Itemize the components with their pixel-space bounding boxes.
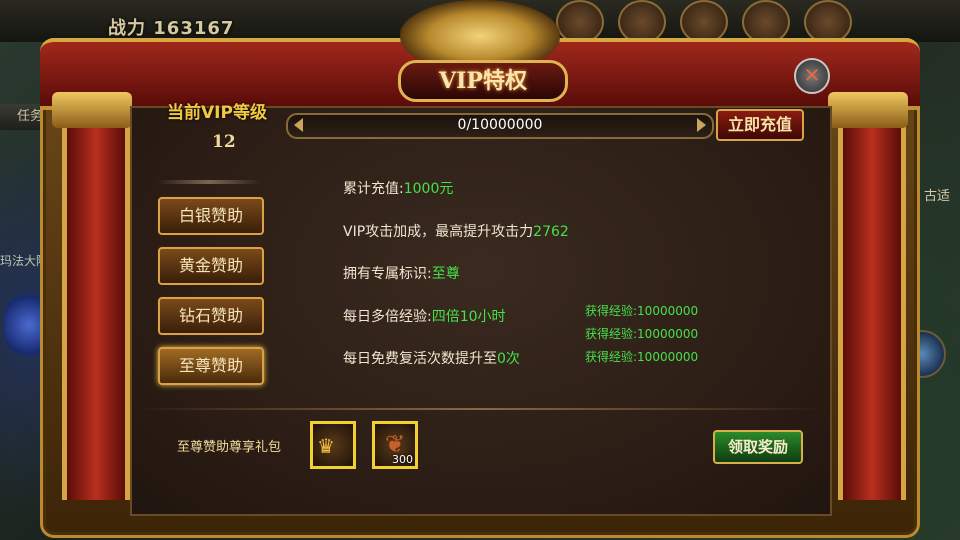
- info-value: 至尊: [431, 266, 460, 282]
- vip-progress-bar: 0/10000000: [286, 113, 714, 139]
- info-label: 每日多倍经验:: [343, 309, 432, 325]
- close-icon: ✕: [803, 63, 821, 87]
- left-pillar-cap: [52, 92, 132, 128]
- info-total-recharge: 累计充值:1000元: [343, 178, 453, 198]
- close-button[interactable]: ✕: [794, 58, 830, 94]
- side-location-label: 古适: [923, 189, 950, 204]
- gift-item-count: 300: [392, 453, 413, 466]
- info-value: 1000元: [403, 181, 454, 197]
- info-value: 四倍10小时: [431, 309, 506, 325]
- progress-text: 0/10000000: [457, 117, 543, 133]
- tab-supreme-sponsor[interactable]: 至尊赞助: [158, 347, 264, 385]
- info-value: 2762: [533, 224, 569, 240]
- right-pillar-cap: [828, 92, 908, 128]
- window-title: VIP特权: [398, 60, 568, 102]
- info-label: 拥有专属标识:: [343, 266, 432, 282]
- claim-reward-button[interactable]: 领取奖励: [713, 430, 803, 464]
- vip-level-title: 当前VIP等级: [167, 103, 267, 123]
- combat-power-readout: 战力 163167: [108, 18, 235, 39]
- exp-reward-line: 获得经验:10000000: [585, 304, 699, 318]
- info-daily-exp: 每日多倍经验:四倍10小时: [343, 306, 506, 326]
- right-pillar: [838, 100, 906, 500]
- info-label: 每日免费复活次数提升至: [343, 351, 497, 367]
- bottom-divider: [134, 408, 824, 410]
- dragon-crest-icon: [400, 0, 560, 60]
- left-pillar: [62, 100, 130, 500]
- exp-reward-line: 获得经验:10000000: [585, 327, 699, 341]
- left-divider: [157, 180, 261, 184]
- recharge-button[interactable]: 立即充值: [716, 109, 804, 141]
- tab-silver-sponsor[interactable]: 白银赞助: [158, 197, 264, 235]
- info-exclusive-mark: 拥有专属标识:至尊: [343, 263, 460, 283]
- crown-icon: ♛: [317, 434, 335, 458]
- info-daily-revive: 每日免费复活次数提升至0次: [343, 348, 520, 368]
- gift-item-slot-2[interactable]: ❦ 300: [372, 421, 418, 469]
- exp-reward-line: 获得经验:10000000: [585, 350, 699, 364]
- tab-diamond-sponsor[interactable]: 钻石赞助: [158, 297, 264, 335]
- gift-pack-label: 至尊赞助尊享礼包: [177, 440, 282, 455]
- info-label: VIP攻击加成，最高提升攻击力: [343, 224, 534, 240]
- info-attack-bonus: VIP攻击加成，最高提升攻击力2762: [343, 221, 569, 241]
- gift-item-slot-1[interactable]: ♛: [310, 421, 356, 469]
- info-value: 0次: [497, 351, 520, 367]
- vip-level-number: 12: [212, 132, 236, 152]
- tab-gold-sponsor[interactable]: 黄金赞助: [158, 247, 264, 285]
- info-label: 累计充值:: [343, 181, 404, 197]
